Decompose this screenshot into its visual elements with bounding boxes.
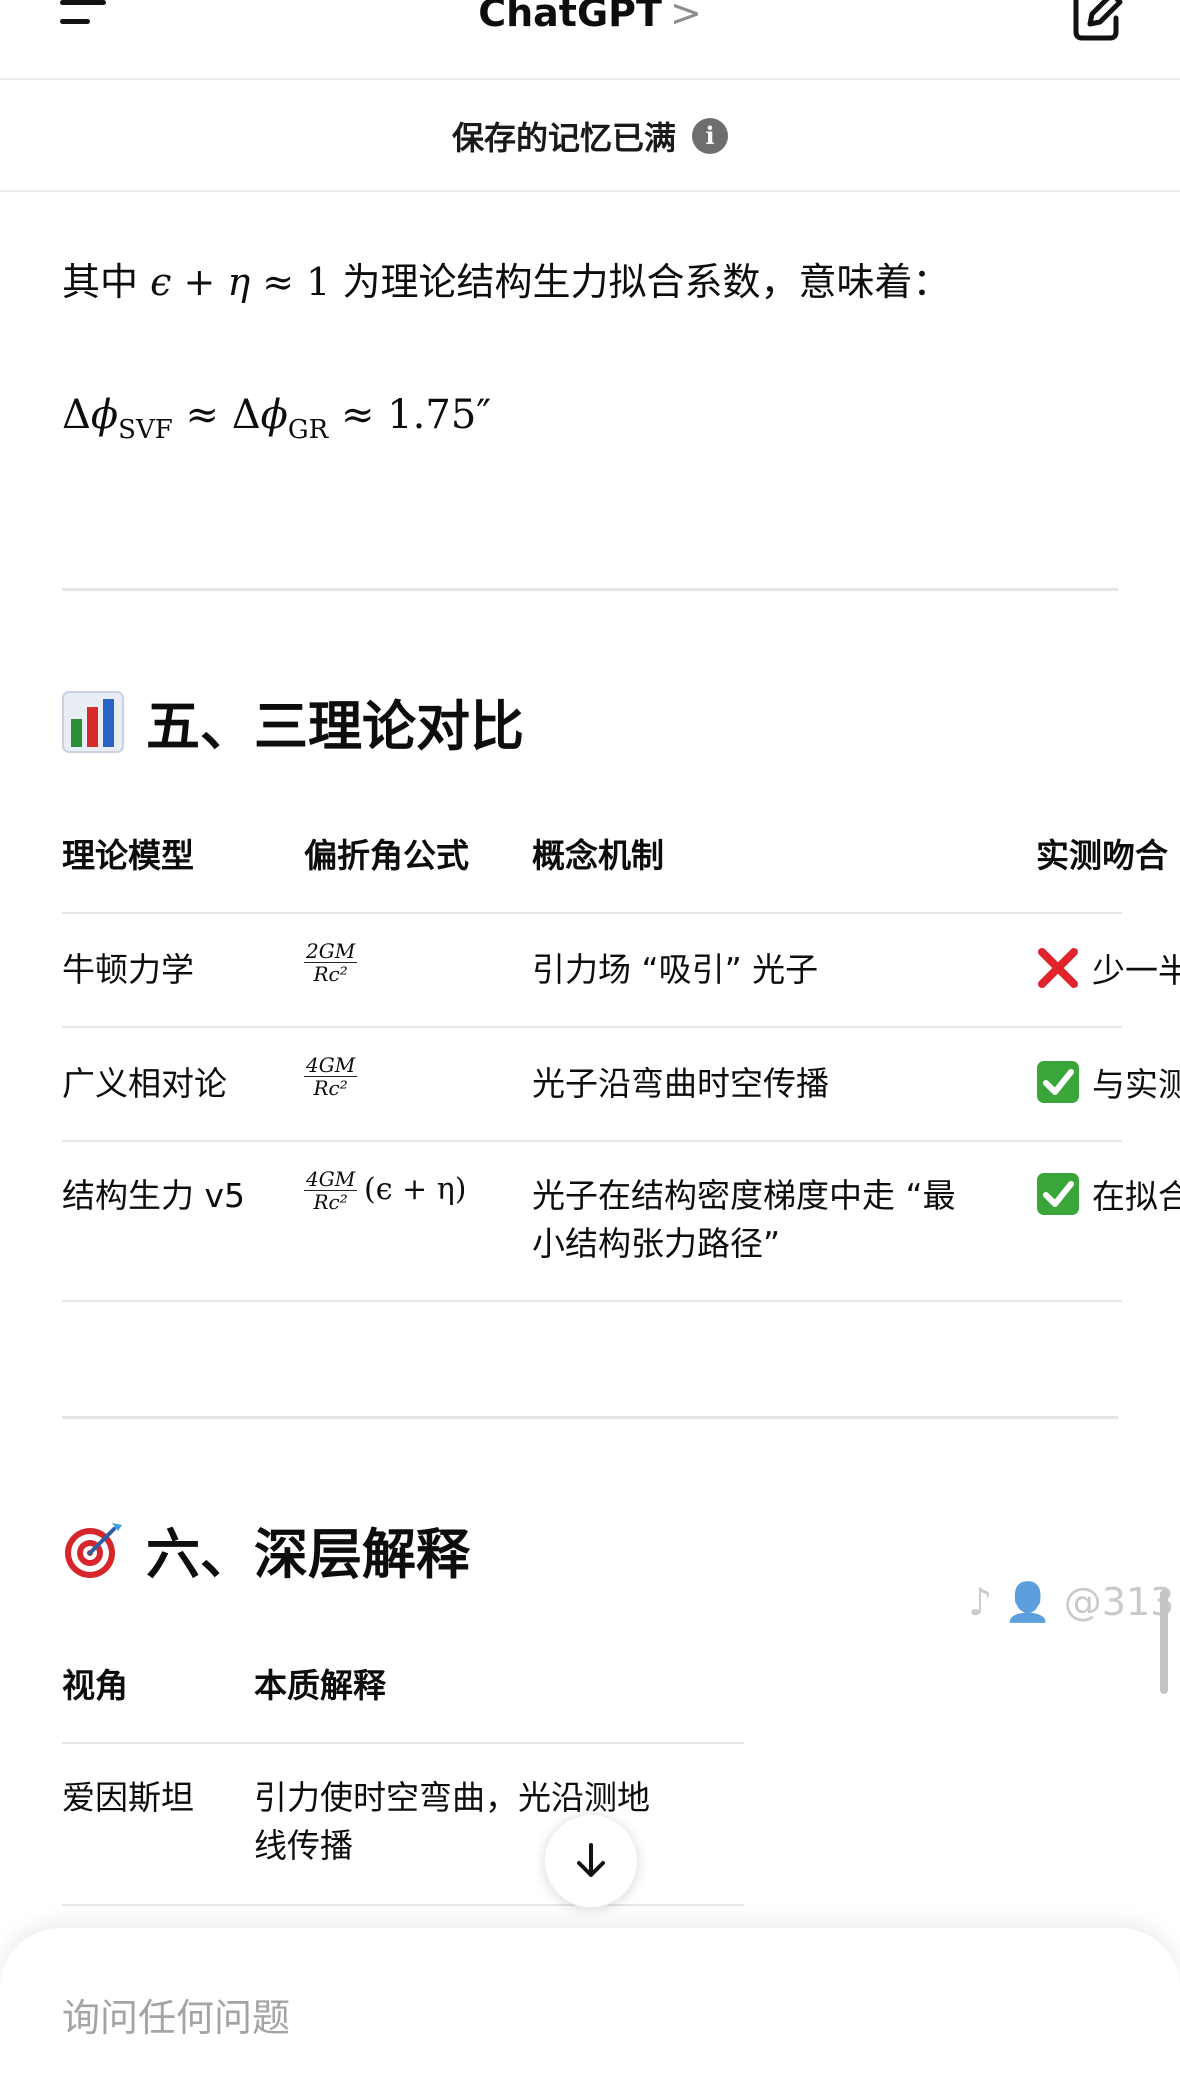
check-mark-icon <box>1037 1061 1079 1103</box>
table-divider <box>62 1742 744 1744</box>
table-cell-fit: 与实测 <box>1036 1060 1180 1109</box>
formula-fraction: 2GM Rc² <box>304 939 358 986</box>
formula-numerator: 2GM <box>304 939 358 963</box>
target-icon <box>62 1519 124 1581</box>
intro-paragraph: 其中 ϵ + η ≈ 1 为理论结构生力拟合系数，意味着： <box>62 252 950 312</box>
table-divider <box>62 1026 1122 1028</box>
table-header-model: 理论模型 <box>62 836 194 875</box>
table-divider <box>62 912 1122 914</box>
table-header-formula: 偏折角公式 <box>304 836 469 875</box>
table-header-fit: 实测吻合 <box>1036 836 1168 875</box>
table-cell-view: 爱因斯坦 <box>62 1778 194 1817</box>
info-icon[interactable]: i <box>692 118 728 154</box>
formula-numerator: 4GM <box>304 1167 358 1191</box>
formula-fraction: 4GM Rc² <box>304 1167 358 1214</box>
memory-full-text: 保存的记忆已满 <box>451 119 676 157</box>
divider <box>62 588 1118 591</box>
table-cell-model: 广义相对论 <box>62 1064 227 1103</box>
table-cell-fit: 在拟合 <box>1036 1172 1180 1221</box>
intro-suffix: 为理论结构生力拟合系数，意味着： <box>342 260 951 304</box>
new-chat-icon[interactable] <box>1066 0 1126 44</box>
memory-full-banner: 保存的记忆已满 i <box>0 82 1180 192</box>
message-input[interactable] <box>62 1988 1062 2048</box>
formula-tail: (ϵ + η) <box>364 1172 467 1207</box>
formula-denominator: Rc² <box>313 962 348 986</box>
table-cell-mechanism: 光子沿弯曲时空传播 <box>532 1064 829 1103</box>
table-divider <box>62 1904 744 1906</box>
check-mark-icon <box>1037 1173 1079 1215</box>
bar-chart-icon <box>62 690 124 753</box>
model-selector[interactable]: ChatGPT > <box>0 0 1180 38</box>
table-header-mechanism: 概念机制 <box>532 836 664 875</box>
table-divider <box>62 1300 1122 1302</box>
section-six-heading: 六、深层解释 <box>62 1510 470 1589</box>
table-cell-mechanism: 引力场 “吸引” 光子 <box>532 950 819 989</box>
fit-text: 少一半 <box>1092 951 1180 990</box>
watermark-text: @313 <box>1063 1580 1175 1624</box>
app-title: ChatGPT <box>478 0 662 35</box>
top-bar: ChatGPT > <box>0 0 1180 80</box>
chat-page: ChatGPT > 保存的记忆已满 i 其中 ϵ + η ≈ 1 为理论结构生力拟… <box>0 0 1180 2096</box>
fit-text: 在拟合 <box>1092 1177 1180 1216</box>
fit-text: 与实测 <box>1092 1065 1180 1104</box>
scrollbar[interactable] <box>1160 1590 1168 1694</box>
arrow-down-icon <box>577 1843 605 1877</box>
section-six-title: 六、深层解释 <box>146 1523 470 1586</box>
formula-denominator: Rc² <box>313 1190 348 1214</box>
formula-denominator: Rc² <box>313 1076 348 1100</box>
deflection-equation: ΔϕSVF ≈ ΔϕGR ≈ 1.75″ <box>62 392 492 445</box>
table-header-explanation: 本质解释 <box>254 1666 386 1705</box>
tiktok-icon: ♪ <box>968 1580 993 1624</box>
table-cell-mechanism-line2: 小结构张力路径” <box>532 1224 781 1263</box>
table-cell-mechanism-line1: 光子在结构密度梯度中走 “最 <box>532 1176 956 1215</box>
cross-mark-icon <box>1038 948 1078 988</box>
chevron-right-icon: > <box>669 0 702 35</box>
inline-math-epsilon-eta: ϵ + η ≈ 1 <box>150 260 331 304</box>
table-cell-fit: 少一半 <box>1036 946 1180 995</box>
table-header-view: 视角 <box>62 1666 128 1705</box>
scroll-to-bottom-button[interactable] <box>544 1814 638 1908</box>
intro-prefix: 其中 <box>62 260 139 304</box>
table-cell-model: 牛顿力学 <box>62 950 194 989</box>
user-icon: 👤 <box>1004 1580 1052 1624</box>
table-divider <box>62 1140 1122 1142</box>
table-cell-explanation-line2: 线传播 <box>254 1826 353 1865</box>
table-cell-model: 结构生力 v5 <box>62 1176 246 1215</box>
formula-numerator: 4GM <box>304 1053 358 1077</box>
section-five-heading: 五、三理论对比 <box>62 682 524 761</box>
formula-fraction: 4GM Rc² <box>304 1053 358 1100</box>
section-five-title: 五、三理论对比 <box>146 695 524 758</box>
composer <box>0 1928 1180 2096</box>
divider <box>62 1416 1118 1419</box>
watermark: ♪ 👤 @313 <box>968 1580 1174 1625</box>
